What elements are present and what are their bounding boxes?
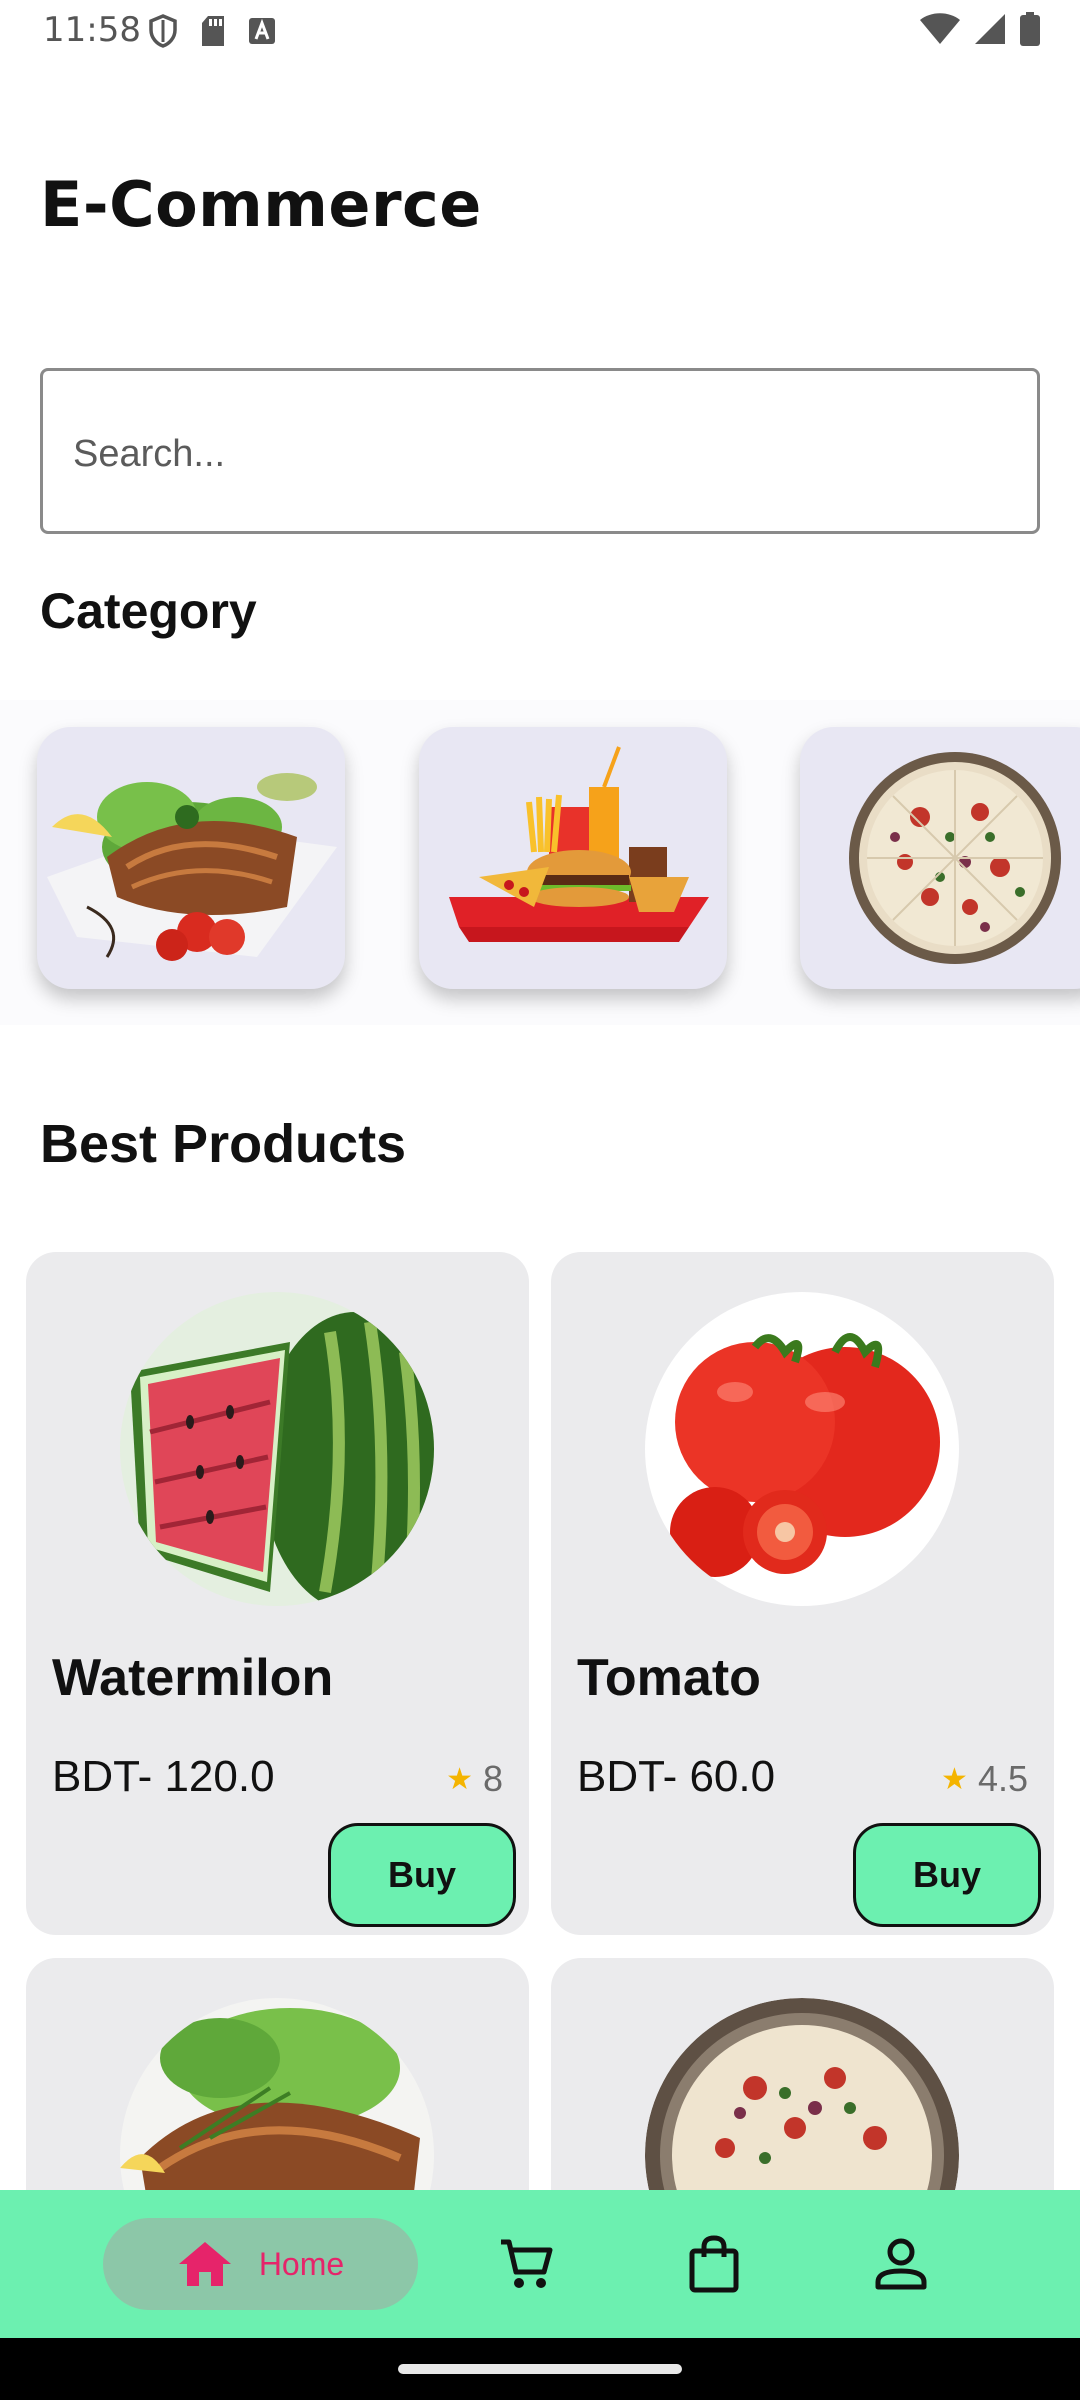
category-item-fast-food[interactable]	[419, 727, 727, 989]
nav-home-label: Home	[258, 2245, 345, 2282]
signal-icon	[974, 13, 1006, 50]
star-icon: ★	[941, 1762, 968, 1796]
pizza-image	[645, 1998, 959, 2190]
product-rating: ★ 4.5	[941, 1758, 1028, 1800]
category-list[interactable]	[0, 700, 1080, 1025]
gesture-handle[interactable]	[398, 2364, 682, 2374]
nav-item-profile[interactable]	[871, 2234, 931, 2294]
profile-icon	[875, 2238, 927, 2290]
product-price: BDT- 120.0	[52, 1752, 275, 1801]
product-card-pizza[interactable]	[551, 1958, 1054, 2190]
cart-icon	[501, 2239, 553, 2288]
nav-item-cart[interactable]	[496, 2234, 556, 2294]
product-card-salmon[interactable]	[26, 1958, 529, 2190]
search-input[interactable]	[73, 419, 993, 489]
pizza-image	[849, 752, 1061, 964]
home-icon	[178, 2242, 231, 2286]
watermelon-image	[120, 1292, 434, 1606]
product-rating: ★ 8	[446, 1758, 503, 1800]
shopping-bag-icon	[689, 2235, 739, 2293]
search-field[interactable]	[40, 368, 1040, 534]
nav-item-orders[interactable]	[684, 2234, 744, 2294]
fast-food-image	[449, 746, 709, 942]
nav-item-home[interactable]: Home	[103, 2218, 418, 2310]
bottom-navigation: Home	[0, 2190, 1080, 2338]
buy-button[interactable]: Buy	[853, 1823, 1041, 1927]
status-bar: 11:58	[0, 0, 1080, 60]
sd-card-icon	[200, 15, 226, 52]
buy-button[interactable]: Buy	[328, 1823, 516, 1927]
product-name: Tomato	[577, 1649, 761, 1707]
product-card-tomato[interactable]: Tomato BDT- 60.0 ★ 4.5 Buy	[551, 1252, 1054, 1935]
product-card-watermilon[interactable]: Watermilon BDT- 120.0 ★ 8 Buy	[26, 1252, 529, 1935]
rating-value: 4.5	[977, 1758, 1028, 1799]
wifi-icon	[920, 13, 960, 50]
product-name: Watermilon	[52, 1649, 334, 1707]
product-price: BDT- 60.0	[577, 1752, 776, 1801]
rating-value: 8	[482, 1758, 503, 1799]
star-icon: ★	[446, 1762, 473, 1796]
category-item-salmon-salad[interactable]	[37, 727, 345, 989]
salmon-salad-image	[47, 773, 337, 961]
page-title: E-Commerce	[40, 168, 482, 241]
category-title: Category	[40, 583, 257, 639]
battery-icon	[1020, 12, 1040, 51]
category-item-pizza[interactable]	[800, 727, 1080, 989]
font-icon	[248, 17, 276, 50]
best-products-title: Best Products	[40, 1114, 407, 1174]
salmon-image	[120, 1998, 434, 2190]
shield-icon	[148, 14, 178, 53]
tomato-image	[645, 1292, 959, 1606]
status-time: 11:58	[43, 10, 141, 50]
